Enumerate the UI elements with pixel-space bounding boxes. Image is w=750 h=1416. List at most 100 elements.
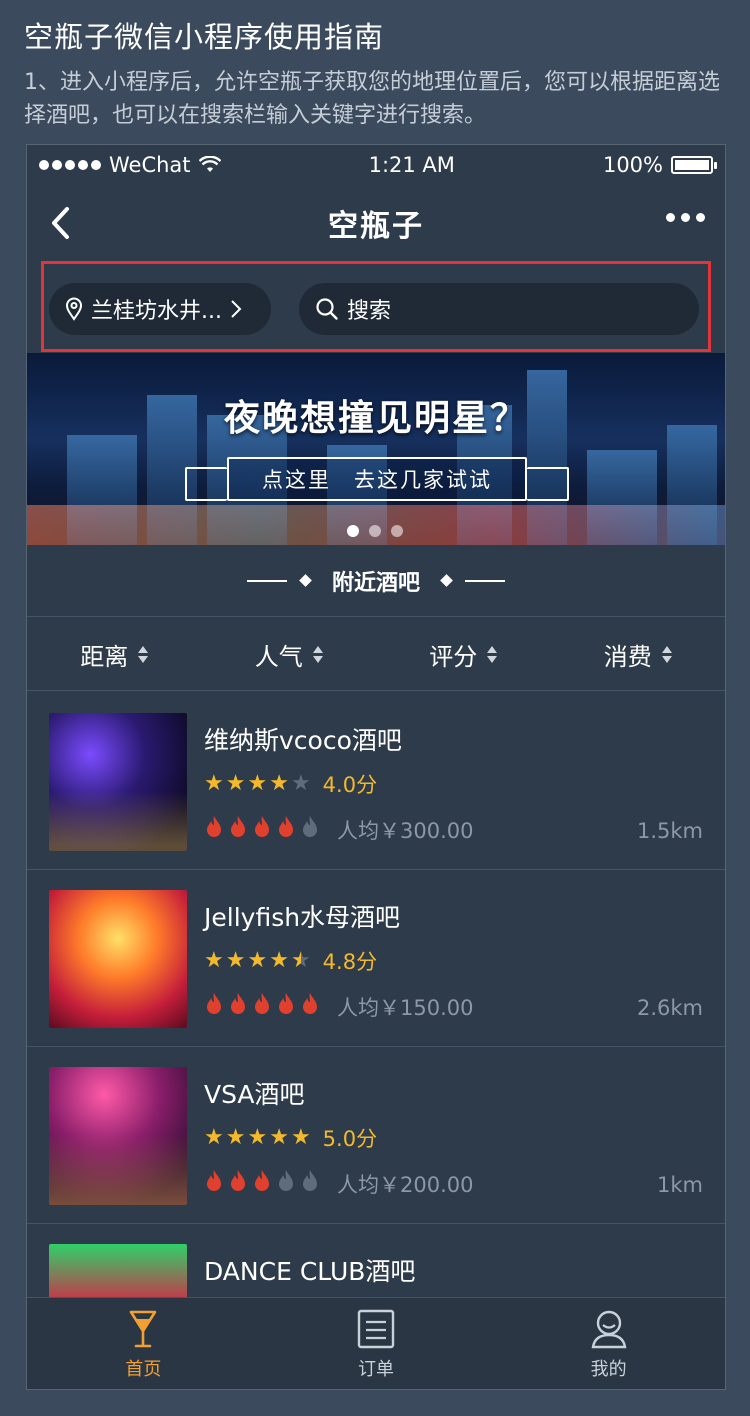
- rating-stars: ★ ★ ★ ★ ★ 4.0分: [204, 769, 377, 799]
- location-pin-icon: [65, 297, 83, 321]
- star-icon: ★: [269, 948, 289, 973]
- bar-thumbnail: [49, 890, 187, 1028]
- star-icon: ★: [290, 1125, 311, 1150]
- flame-icon: [303, 1170, 317, 1191]
- flame-icon: [231, 816, 245, 837]
- star-icon: ★: [247, 1125, 268, 1150]
- rating-score: 4.8分: [322, 950, 378, 974]
- price-level-flames: [204, 815, 320, 839]
- banner-headline: 夜晚想撞见明星？: [223, 398, 528, 439]
- bar-name: VSA酒吧: [204, 1080, 305, 1109]
- user-icon: [591, 1310, 627, 1348]
- location-label: 兰桂坊水井...: [91, 299, 222, 324]
- promo-banner[interactable]: 夜晚想撞见明星？ 点这里 去这几家试试: [27, 353, 725, 545]
- rating-stars: ★ ★ ★ ★ ★ 4.8分: [204, 946, 377, 976]
- bar-list-item[interactable]: Jellyfish水母酒吧 ★ ★ ★ ★ ★ 4.8分 人均￥150.00 2.6km: [27, 870, 725, 1047]
- location-selector[interactable]: 兰桂坊水井...: [49, 283, 271, 335]
- rating-stars: ★ ★ ★ ★ ★ 5.0分: [204, 1123, 377, 1153]
- bar-name: 维纳斯vcoco酒吧: [204, 726, 402, 755]
- cocktail-glass-icon: [130, 1310, 157, 1347]
- order-list-icon: [357, 1309, 395, 1348]
- sort-label: 距离: [80, 643, 129, 671]
- banner-cta-text: 点这里 去这几家试试: [262, 468, 492, 492]
- section-title: 附近酒吧: [331, 570, 420, 596]
- sort-arrows-icon: [487, 646, 498, 663]
- back-arrow-icon[interactable]: [47, 205, 77, 241]
- sort-by-distance[interactable]: 距离: [27, 619, 202, 690]
- search-placeholder: 搜索: [347, 299, 392, 324]
- star-icon: ★: [269, 1125, 289, 1150]
- search-icon: [316, 298, 338, 320]
- flame-icon: [303, 816, 317, 837]
- diamond-icon: [440, 574, 453, 587]
- sort-arrows-icon: [312, 646, 323, 663]
- navigation-bar: 空瓶子: [27, 189, 725, 257]
- status-right: 100%: [602, 153, 717, 177]
- diamond-icon: [299, 574, 312, 587]
- signal-dots-icon: [39, 160, 101, 170]
- sort-arrows-icon: [661, 646, 672, 663]
- status-bar: WeChat 1:21 AM 100%: [27, 145, 725, 185]
- star-icon: ★: [247, 771, 268, 796]
- battery-icon: [671, 156, 717, 174]
- flame-icon: [255, 816, 269, 837]
- star-icon: ★: [225, 1125, 246, 1150]
- phone-screen: WeChat 1:21 AM 100% 空瓶子 兰桂坊水井... 搜索 夜晚想撞…: [26, 144, 726, 1390]
- bar-thumbnail: [49, 713, 187, 851]
- sort-bar: 距离 人气 评分 消费: [27, 619, 725, 691]
- divider-line: [246, 579, 287, 582]
- flame-icon: [231, 993, 245, 1014]
- flame-icon: [279, 816, 293, 837]
- carrier-name: WeChat: [109, 153, 191, 177]
- bar-list-item[interactable]: 维纳斯vcoco酒吧 ★ ★ ★ ★ ★ 4.0分 人均￥300.00 1.5km: [27, 693, 725, 870]
- flame-icon: [255, 1170, 269, 1191]
- banner-pagination[interactable]: [347, 525, 403, 537]
- sort-label: 消费: [603, 643, 652, 671]
- distance: 1km: [657, 1173, 703, 1197]
- divider-line: [465, 579, 505, 582]
- bar-name: Jellyfish水母酒吧: [204, 903, 401, 932]
- pagination-dot[interactable]: [347, 525, 359, 537]
- search-bar[interactable]: 搜索: [299, 283, 699, 335]
- status-left: WeChat: [39, 153, 221, 177]
- rating-score: 4.0分: [322, 773, 378, 797]
- tab-label: 订单: [358, 1358, 394, 1380]
- tab-orders[interactable]: 订单: [260, 1298, 493, 1389]
- bar-list-item[interactable]: VSA酒吧 ★ ★ ★ ★ ★ 5.0分 人均￥200.00 1km: [27, 1047, 725, 1224]
- guide-title: 空瓶子微信小程序使用指南: [24, 20, 385, 54]
- tab-bar: 首页 订单 我的: [27, 1297, 725, 1389]
- star-icon: ★: [204, 948, 224, 973]
- price-level-flames: [204, 992, 320, 1016]
- price-level-flames: [204, 1169, 320, 1193]
- flame-icon: [303, 993, 317, 1014]
- tab-profile[interactable]: 我的: [492, 1298, 725, 1389]
- flame-icon: [207, 993, 221, 1014]
- star-icon: ★: [269, 771, 289, 796]
- flame-icon: [279, 1170, 293, 1191]
- sort-label: 评分: [429, 643, 478, 671]
- bar-thumbnail: [49, 1067, 187, 1205]
- tab-home[interactable]: 首页: [27, 1298, 260, 1389]
- flame-icon: [231, 1170, 245, 1191]
- star-icon: ★: [247, 948, 268, 973]
- sort-arrows-icon: [138, 646, 149, 663]
- sort-by-price[interactable]: 消费: [551, 619, 726, 690]
- star-icon: ★: [290, 771, 311, 796]
- chevron-right-icon: [231, 300, 242, 318]
- status-time: 1:21 AM: [368, 153, 455, 177]
- battery-percent: 100%: [602, 153, 663, 177]
- pagination-dot[interactable]: [391, 525, 403, 537]
- guide-description: 1、进入小程序后，允许空瓶子获取您的地理位置后，您可以根据距离选择酒吧，也可以在…: [24, 70, 720, 128]
- rating-score: 5.0分: [322, 1127, 378, 1151]
- sort-by-rating[interactable]: 评分: [376, 619, 551, 690]
- average-price: 人均￥200.00: [337, 1173, 474, 1197]
- section-header: 附近酒吧: [27, 545, 725, 617]
- sort-by-popularity[interactable]: 人气: [202, 619, 377, 690]
- average-price: 人均￥300.00: [337, 819, 474, 843]
- flame-icon: [255, 993, 269, 1014]
- banner-cta-ribbon: 点这里 去这几家试试: [185, 457, 569, 501]
- more-menu-icon[interactable]: [666, 213, 705, 222]
- pagination-dot[interactable]: [369, 525, 381, 537]
- distance: 2.6km: [636, 996, 703, 1020]
- tab-label: 首页: [125, 1358, 162, 1380]
